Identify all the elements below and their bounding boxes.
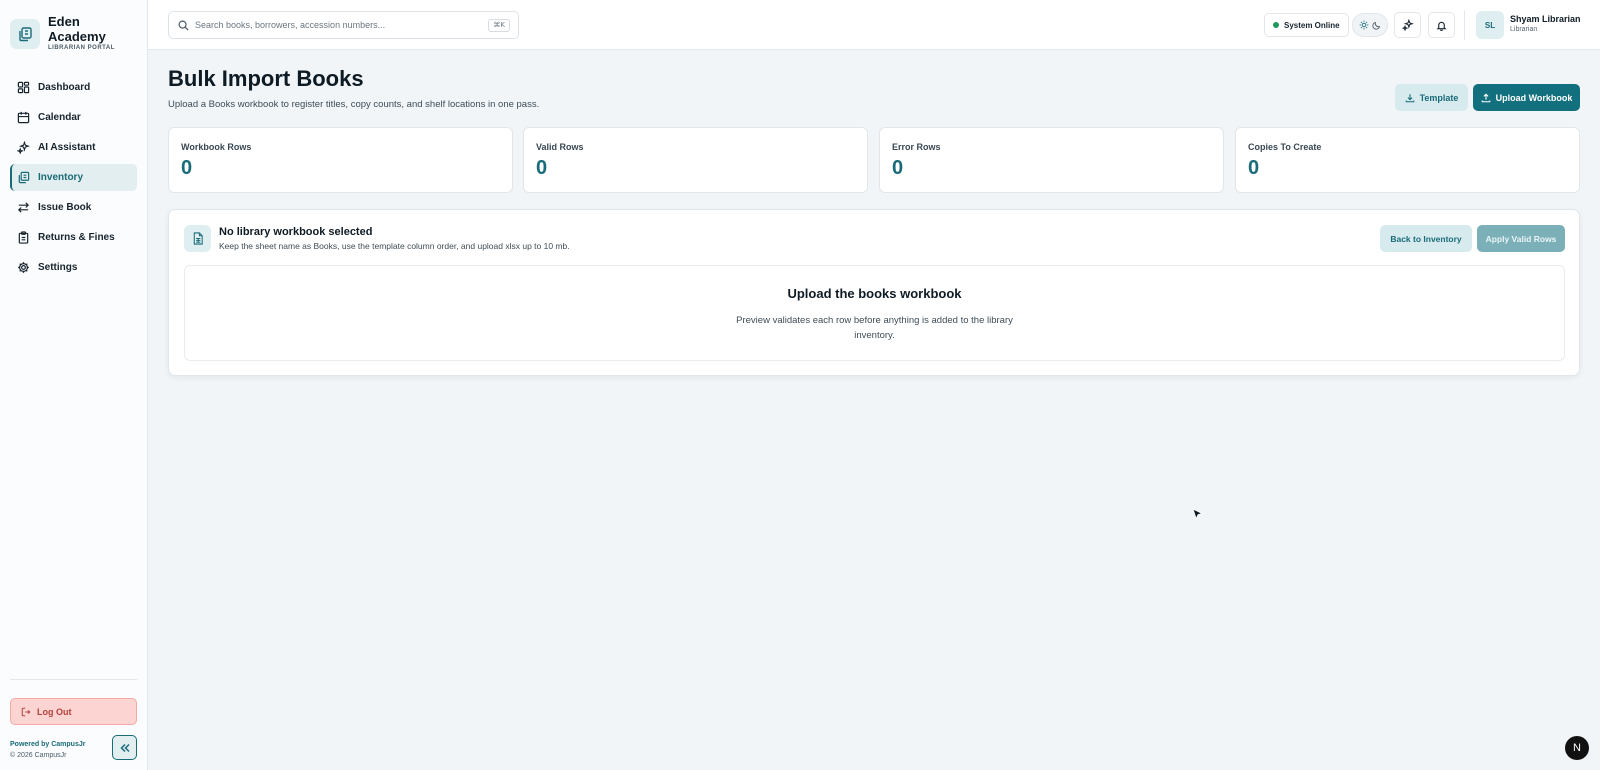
collapse-sidebar-button[interactable] [112, 735, 137, 760]
stat-card-workbook-rows: Workbook Rows 0 [168, 127, 513, 193]
mouse-cursor-icon [1192, 508, 1204, 527]
library-logo-icon [10, 19, 40, 49]
stat-value: 0 [181, 157, 193, 179]
floating-n-badge[interactable]: N [1565, 736, 1589, 760]
bell-icon [1436, 21, 1447, 31]
search-icon [178, 20, 189, 31]
brand-portal: LIBRARIAN PORTAL [48, 45, 115, 51]
sidebar-item-dashboard[interactable]: Dashboard [10, 74, 137, 101]
upload-button-label: Upload Workbook [1495, 92, 1573, 103]
system-status-badge: System Online [1264, 13, 1349, 37]
sidebar-item-settings[interactable]: Settings [10, 254, 137, 281]
powered-by[interactable]: Powered by CampusJr [10, 741, 85, 748]
logout-label: Log Out [37, 706, 72, 717]
search-box[interactable]: ⌘K [168, 11, 519, 39]
topbar-divider [1464, 10, 1465, 40]
logout-button[interactable]: Log Out [10, 698, 137, 725]
stat-card-error-rows: Error Rows 0 [879, 127, 1224, 193]
gear-icon [18, 262, 29, 273]
sidebar: Eden Academy LIBRARIAN PORTAL Dashboard … [0, 0, 148, 770]
sun-icon [1359, 20, 1369, 30]
top-bar: ⌘K System Online SL Shyam Librarian Libr… [148, 0, 1600, 50]
sidebar-item-label: Calendar [38, 112, 81, 123]
clipboard-icon [18, 231, 29, 244]
upload-workbook-button[interactable]: Upload Workbook [1473, 84, 1580, 111]
stat-label: Error Rows [892, 142, 941, 152]
avatar[interactable]: SL [1476, 11, 1504, 39]
sidebar-divider [10, 679, 137, 680]
grid-icon [17, 81, 30, 94]
sidebar-item-calendar[interactable]: Calendar [10, 104, 137, 131]
stat-value: 0 [1248, 157, 1260, 179]
download-icon [1405, 93, 1414, 102]
search-shortcut-hint: ⌘K [488, 19, 510, 32]
sidebar-item-ai-assistant[interactable]: AI Assistant [10, 134, 137, 161]
notifications-button[interactable] [1428, 12, 1455, 38]
sidebar-item-label: Dashboard [38, 82, 91, 93]
download-template-button[interactable]: Template [1395, 84, 1468, 111]
brand-name: Eden Academy [48, 14, 106, 44]
ai-sparkle-button[interactable] [1394, 12, 1421, 38]
apply-valid-rows-button[interactable]: Apply Valid Rows [1477, 225, 1565, 252]
upload-dropzone[interactable]: Upload the books workbook Preview valida… [184, 265, 1565, 361]
sidebar-item-issue-book[interactable]: Issue Book [10, 194, 137, 221]
copyright: © 2026 CampusJr [10, 752, 67, 759]
sparkles-icon [17, 141, 30, 154]
page-subtitle: Upload a Books workbook to register titl… [168, 99, 540, 110]
page-title: Bulk Import Books [168, 66, 364, 91]
status-dot [1273, 22, 1279, 28]
stat-card-valid-rows: Valid Rows 0 [523, 127, 868, 193]
panel-title: No library workbook selected [219, 226, 373, 238]
stat-label: Valid Rows [536, 142, 584, 152]
sidebar-item-label: Inventory [38, 172, 84, 183]
theme-toggle[interactable] [1352, 13, 1388, 37]
calendar-icon [17, 111, 30, 124]
dropzone-title: Upload the books workbook [787, 286, 962, 301]
sidebar-item-inventory[interactable]: Inventory [10, 164, 137, 191]
moon-icon [1372, 21, 1381, 30]
sidebar-item-label: Issue Book [38, 202, 92, 213]
stat-label: Copies To Create [1248, 142, 1322, 152]
logout-icon [21, 707, 31, 716]
sidebar-nav: Dashboard Calendar AI Assistant Inventor… [10, 74, 137, 284]
panel-description: Keep the sheet name as Books, use the te… [219, 241, 570, 251]
status-label: System Online [1284, 20, 1340, 30]
user-role: Librarian [1510, 26, 1538, 33]
books-icon [18, 171, 30, 184]
sidebar-item-returns-fines[interactable]: Returns & Fines [10, 224, 137, 251]
spreadsheet-file-icon [184, 225, 211, 252]
template-button-label: Template [1419, 92, 1459, 103]
stat-value: 0 [892, 157, 904, 179]
dropzone-description: Preview validates each row before anythi… [736, 315, 1013, 341]
back-to-inventory-button[interactable]: Back to Inventory [1380, 225, 1472, 252]
sparkles-icon [1401, 19, 1414, 31]
sidebar-item-label: Returns & Fines [38, 232, 115, 243]
user-name[interactable]: Shyam Librarian [1510, 14, 1581, 24]
stat-card-copies-to-create: Copies To Create 0 [1235, 127, 1580, 193]
stat-label: Workbook Rows [181, 142, 252, 152]
stat-value: 0 [536, 157, 548, 179]
import-panel: No library workbook selected Keep the sh… [168, 209, 1580, 376]
swap-arrows-icon [18, 202, 29, 213]
brand[interactable]: Eden Academy LIBRARIAN PORTAL [10, 14, 118, 51]
sidebar-item-label: Settings [38, 262, 78, 273]
chevrons-left-icon [119, 743, 130, 752]
upload-icon [1481, 92, 1490, 102]
search-input[interactable] [195, 20, 485, 30]
sidebar-item-label: AI Assistant [38, 142, 96, 153]
